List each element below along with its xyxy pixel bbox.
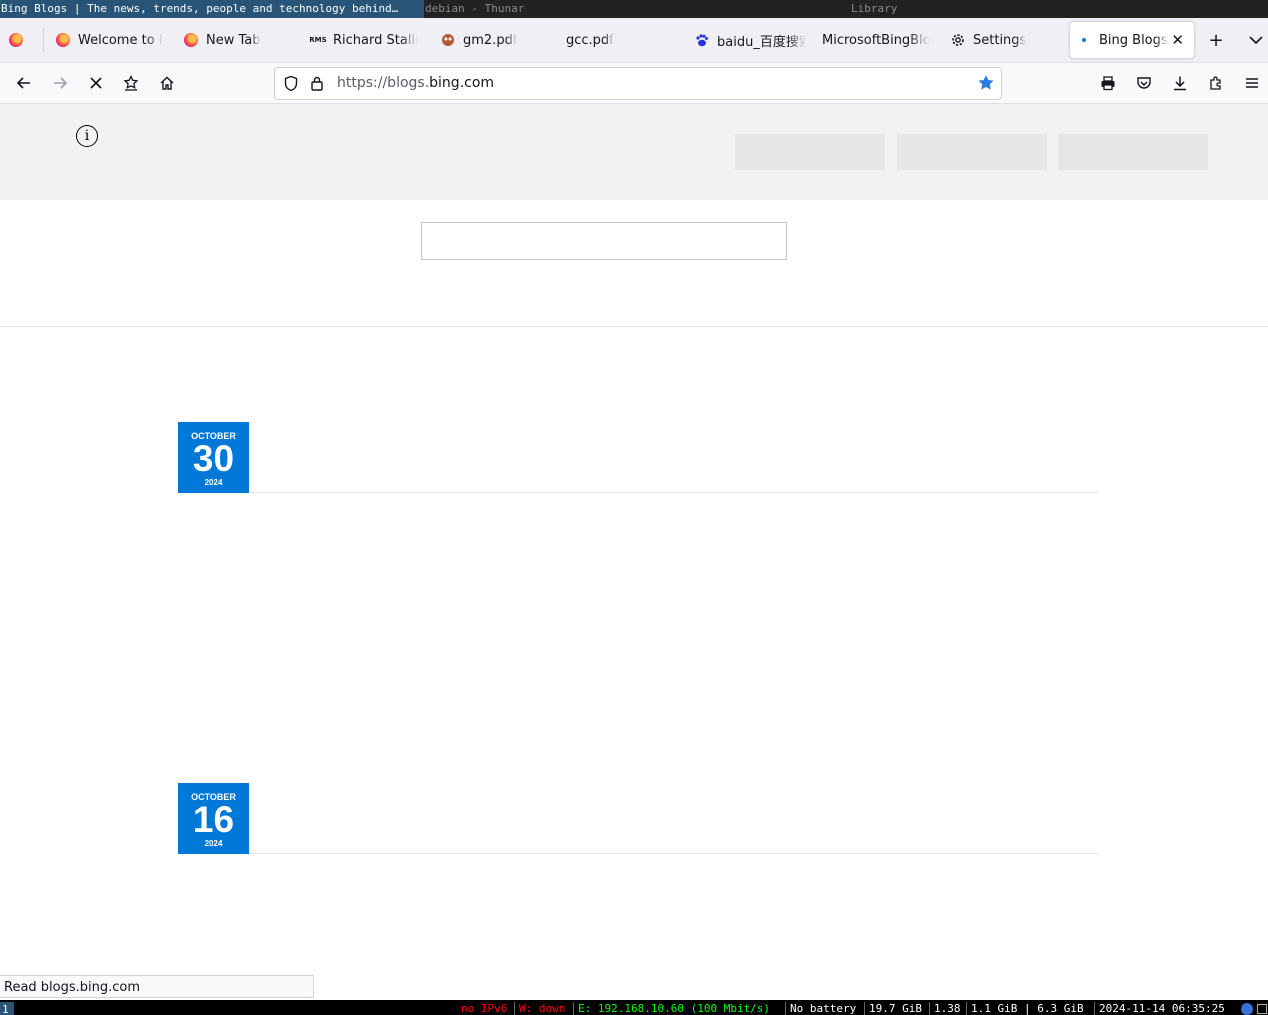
downloads-icon[interactable]	[1168, 71, 1192, 95]
tab-label: Settings	[973, 32, 1027, 48]
post-separator	[249, 492, 1098, 493]
post-separator	[249, 853, 1098, 854]
tab-label: MicrosoftBingBlo	[822, 32, 930, 48]
new-tab-button[interactable]: +	[1202, 26, 1230, 54]
bookmark-star-icon[interactable]	[977, 74, 995, 96]
firefox-icon	[8, 32, 24, 48]
thunar-window-title[interactable]: debian - Thunar	[424, 0, 849, 18]
tab-richard-stallman[interactable]: RMS Richard Stallm	[310, 22, 418, 58]
bluetooth-tray-icon[interactable]	[1241, 1003, 1253, 1015]
post-date-year: 2024	[204, 478, 223, 487]
tab-label: gcc.pdf	[566, 32, 614, 48]
navigation-toolbar: https://blogs.bing.com	[0, 63, 1268, 104]
tab-label: Richard Stallm	[333, 32, 418, 48]
tab-microsoft-bing-blog[interactable]: MicrosoftBingBlo	[822, 22, 930, 58]
memory-status: 1.1 GiB | 6.3 GiB	[971, 1002, 1084, 1015]
stop-loading-button[interactable]	[84, 71, 108, 95]
datetime-status: 2024-11-14 06:35:25	[1099, 1002, 1225, 1015]
site-header: i	[0, 104, 1268, 200]
forward-button[interactable]	[48, 71, 72, 95]
print-icon[interactable]	[1096, 71, 1120, 95]
system-status-bar: 1 no IPv6 W: down E: 192.168.10.60 (100 …	[0, 1000, 1268, 1015]
ipv6-status: no IPv6	[461, 1002, 508, 1015]
tab-separator	[43, 28, 44, 52]
tab-label: Bing Blogs	[1099, 32, 1168, 48]
battery-status: No battery	[790, 1002, 857, 1015]
url-text[interactable]: https://blogs.bing.com	[337, 68, 494, 99]
status-tooltip: Read blogs.bing.com	[0, 975, 314, 998]
tab-welcome[interactable]: Welcome to F	[55, 22, 163, 58]
tab-label: gm2.pdf	[463, 32, 518, 48]
wifi-status: W: down	[519, 1002, 566, 1015]
tab-label: baidu_百度搜索	[717, 34, 806, 50]
post-date-day: 16	[192, 799, 235, 840]
disk-status: 19.7 GiB	[869, 1002, 922, 1015]
post-date-day: 30	[192, 438, 235, 479]
post-date-year: 2024	[204, 839, 223, 848]
extensions-icon[interactable]	[1204, 71, 1228, 95]
loading-dot-icon	[1076, 32, 1092, 48]
window-manager-titlebar: Bing Blogs | The news, trends, people an…	[0, 0, 1268, 18]
tab-label: New Tab	[206, 32, 261, 48]
back-button[interactable]	[12, 71, 36, 95]
header-nav-placeholder-2[interactable]	[897, 134, 1047, 170]
post-date-badge: OCTOBER 16 2024	[178, 783, 249, 854]
tab-strip: Welcome to F New Tab RMS Richard Stallm …	[0, 18, 1268, 63]
workspace-button[interactable]: 1	[0, 1002, 14, 1015]
url-prefix: https://blogs.	[337, 75, 430, 91]
pocket-icon[interactable]	[1132, 71, 1156, 95]
lock-icon[interactable]	[310, 75, 324, 96]
blog-search-input[interactable]	[421, 222, 787, 260]
header-nav-placeholder-3[interactable]	[1058, 134, 1208, 170]
home-button[interactable]	[155, 71, 179, 95]
info-icon[interactable]: i	[76, 125, 98, 147]
firefox-icon	[55, 32, 71, 48]
blog-post-entry[interactable]: OCTOBER 16 2024	[178, 783, 1098, 854]
tracking-protection-shield-icon[interactable]	[283, 75, 299, 96]
url-bar[interactable]: https://blogs.bing.com	[274, 67, 1002, 100]
baidu-paw-icon	[694, 32, 710, 48]
rms-icon: RMS	[310, 36, 327, 44]
gear-icon	[950, 32, 966, 48]
tab-label: Welcome to F	[78, 32, 163, 48]
blog-post-entry[interactable]: OCTOBER 30 2024	[178, 422, 1098, 493]
active-window-title[interactable]: Bing Blogs | The news, trends, people an…	[0, 0, 424, 18]
url-domain: bing.com	[429, 75, 495, 91]
tab-settings[interactable]: Settings	[950, 22, 1060, 58]
tab-gcc-pdf[interactable]: gcc.pdf	[566, 22, 666, 58]
post-date-badge: OCTOBER 30 2024	[178, 422, 249, 493]
gnu-icon	[440, 32, 456, 48]
library-window-title[interactable]: Library	[850, 0, 899, 18]
tab-baidu[interactable]: baidu_百度搜索	[694, 22, 806, 58]
bookmark-toolbar-icon[interactable]	[119, 71, 143, 95]
tab-bing-blogs[interactable]: Bing Blogs ✕	[1070, 22, 1194, 58]
app-menu-icon[interactable]	[1240, 71, 1264, 95]
close-tab-icon[interactable]: ✕	[1171, 31, 1184, 49]
list-all-tabs-icon[interactable]	[1242, 26, 1268, 54]
load-status: 1.38	[934, 1002, 961, 1015]
firefox-icon	[183, 32, 199, 48]
tab-new-tab[interactable]: New Tab	[183, 22, 283, 58]
ethernet-status: E: 192.168.10.60 (100 Mbit/s)	[578, 1002, 771, 1015]
network-tray-icon[interactable]	[1257, 1004, 1267, 1014]
tab-gm2-pdf[interactable]: gm2.pdf	[440, 22, 540, 58]
content-divider	[0, 326, 1268, 327]
tab-firefox-view[interactable]	[8, 22, 36, 58]
header-nav-placeholder-1[interactable]	[735, 134, 885, 170]
